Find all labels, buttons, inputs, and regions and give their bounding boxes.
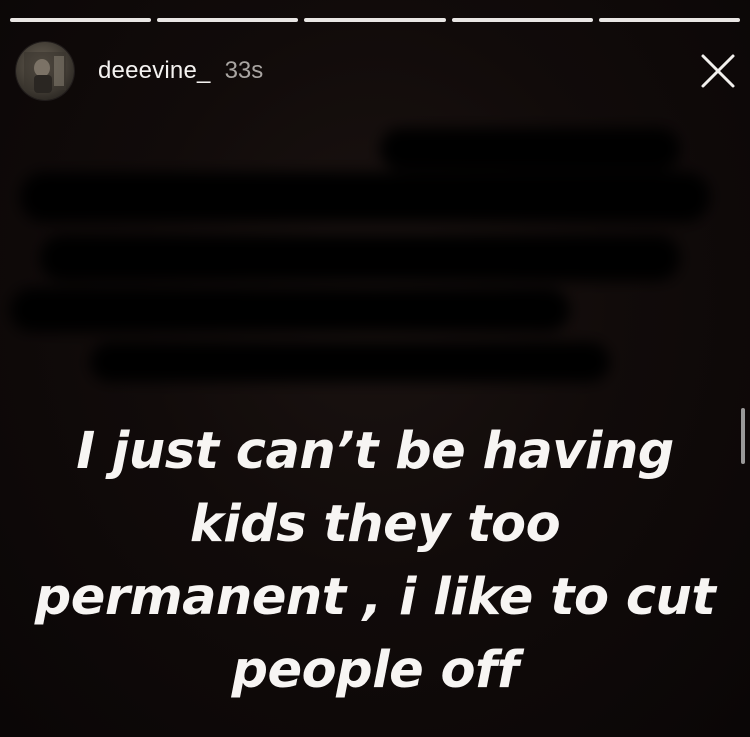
profile-photo-icon [24,52,66,93]
caption-line: permanent , i like to cut [34,568,716,627]
close-icon [701,54,735,88]
progress-segment [304,18,446,22]
progress-segment [10,18,152,22]
close-button[interactable] [698,51,738,91]
username[interactable]: deeevine_ [98,57,211,85]
story-progress-bar [10,18,741,22]
progress-segment [451,18,593,22]
caption-line: I just can’t be having [76,422,674,481]
scroll-indicator[interactable] [741,408,745,464]
scribbled-out-text [10,128,710,382]
progress-segment [598,18,741,22]
story-viewer[interactable]: deeevine_ 33s I just can’t be having kid… [0,0,750,737]
caption-line: kids they too [189,495,561,554]
story-header: deeevine_ 33s [16,40,738,102]
timestamp: 33s [224,57,264,84]
avatar[interactable] [16,42,74,100]
caption-line: people off [231,641,519,700]
story-caption: I just can’t be having kids they too per… [0,415,750,707]
progress-segment [157,18,299,22]
